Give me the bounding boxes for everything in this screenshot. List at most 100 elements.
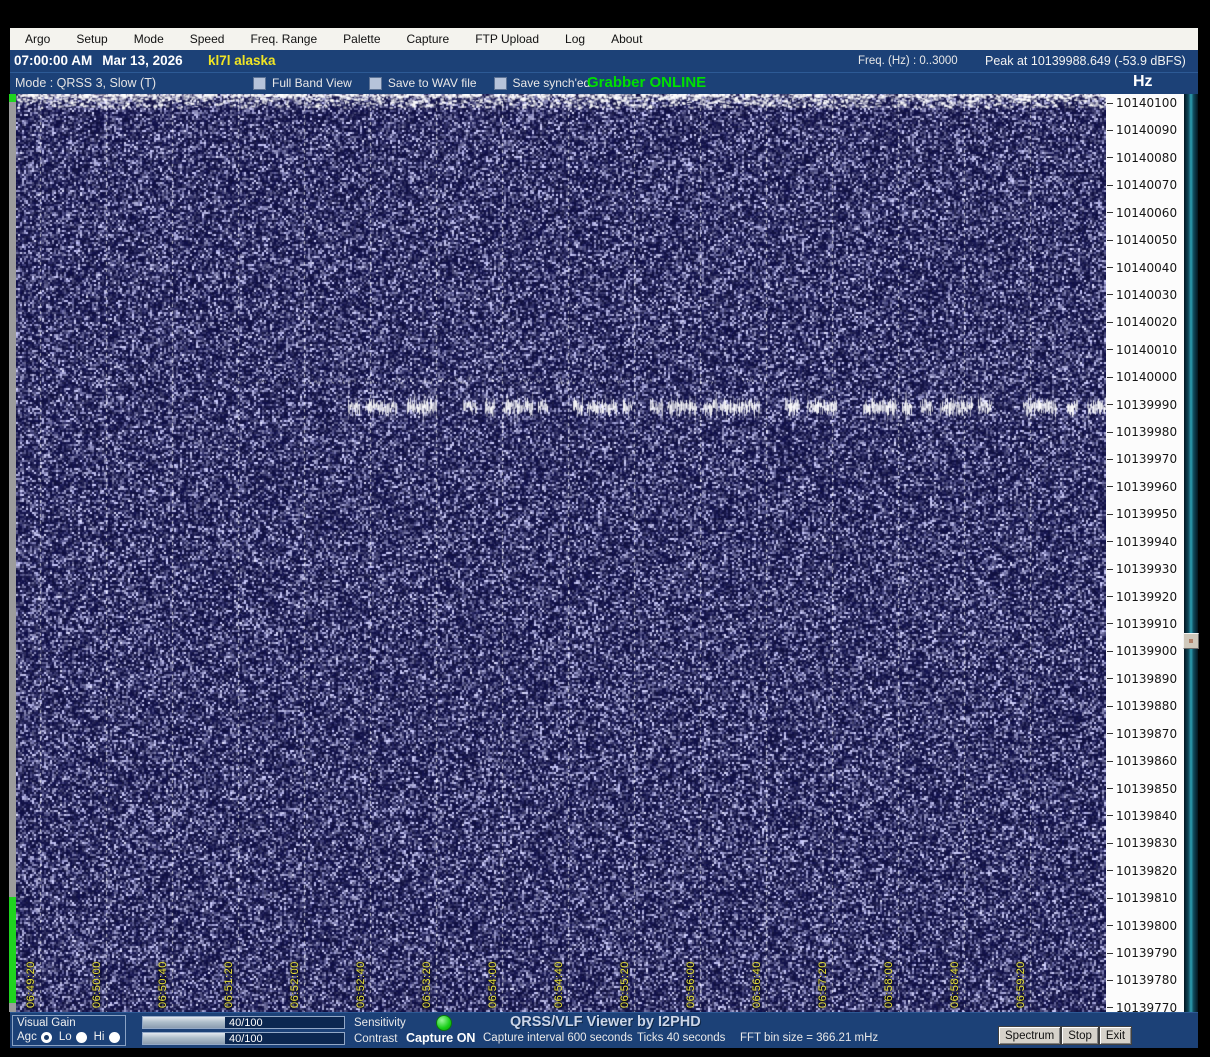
freq-tick-label: 10139910 — [1116, 616, 1178, 631]
freq-tick-mark — [1107, 925, 1113, 927]
menu-item[interactable]: Log — [552, 32, 598, 46]
time-tick-label: 06:52:40 — [355, 961, 367, 1008]
visual-gain-radios: Agc Lo Hi — [17, 1031, 127, 1043]
freq-tick-mark — [1107, 842, 1113, 844]
time-tick-label: 06:52:00 — [289, 961, 301, 1008]
action-button[interactable]: Exit — [1098, 1026, 1133, 1045]
menu-item[interactable]: Palette — [330, 32, 393, 46]
freq-tick: 10139780 — [1107, 973, 1177, 988]
freq-tick-mark — [1107, 541, 1113, 543]
gain-radio-option[interactable]: Agc — [17, 1031, 52, 1043]
freq-tick-label: 10140030 — [1116, 287, 1178, 302]
freq-tick: 10139920 — [1107, 589, 1177, 604]
freq-tick-mark — [1107, 513, 1113, 515]
time-tick-label: 06:54:40 — [553, 961, 565, 1008]
clock: 07:00:00 AM Mar 13, 2026 — [14, 53, 183, 68]
visual-gain-title: Visual Gain — [17, 1017, 76, 1029]
action-button[interactable]: Stop — [1061, 1026, 1099, 1045]
checkbox-item[interactable]: Save to WAV file — [368, 76, 477, 90]
checkbox-group: Full Band View Save to WAV file Save syn… — [253, 76, 590, 90]
freq-tick-mark — [1107, 897, 1113, 899]
freq-tick-mark — [1107, 157, 1113, 159]
menu-item[interactable]: Freq. Range — [237, 32, 330, 46]
time-text: 07:00:00 AM — [14, 53, 93, 68]
ticks-info-label: Ticks 40 seconds — [637, 1032, 726, 1044]
freq-tick-label: 10139930 — [1116, 562, 1178, 577]
checkbox-box[interactable] — [253, 76, 266, 90]
slider-label: Sensitivity — [354, 1016, 406, 1029]
freq-tick-label: 10139960 — [1116, 479, 1178, 494]
freq-tick: 10140010 — [1107, 342, 1177, 357]
menu-item[interactable]: About — [598, 32, 655, 46]
status-header: 07:00:00 AM Mar 13, 2026 kl7l alaska Freq… — [10, 50, 1198, 72]
freq-tick-mark — [1107, 1007, 1113, 1009]
capture-progress-bar — [9, 94, 16, 1012]
freq-tick-label: 10139860 — [1116, 754, 1178, 769]
freq-tick: 10139950 — [1107, 507, 1177, 522]
freq-tick: 10139870 — [1107, 726, 1177, 741]
checkbox-item[interactable]: Full Band View — [253, 76, 352, 90]
menu-item[interactable]: Capture — [394, 32, 463, 46]
mode-label: Mode : QRSS 3, Slow (T) — [15, 76, 157, 90]
menu-item[interactable]: Argo — [12, 32, 63, 46]
gain-radio-label: Hi — [93, 1031, 105, 1043]
time-tick-label: 06:58:40 — [949, 961, 961, 1008]
menu-item[interactable]: Setup — [63, 32, 120, 46]
slider-track[interactable]: 40/100 — [142, 1032, 345, 1045]
spectrogram-canvas[interactable] — [16, 94, 1106, 1012]
freq-tick-mark — [1107, 349, 1113, 351]
progress-segment-top — [9, 94, 16, 102]
freq-tick-label: 10139900 — [1116, 644, 1178, 659]
time-tick-label: 06:56:40 — [751, 961, 763, 1008]
mode-bar: Mode : QRSS 3, Slow (T) Full Band View S… — [10, 72, 1198, 94]
freq-tick-label: 10139840 — [1116, 808, 1178, 823]
control-panel: Visual Gain Agc Lo Hi 40/100 Sensitivity… — [10, 1012, 1198, 1048]
freq-tick: 10139880 — [1107, 699, 1177, 714]
freq-tick-mark — [1107, 870, 1113, 872]
app-title: QRSS/VLF Viewer by I2PHD — [510, 1014, 701, 1030]
waterfall-display[interactable]: 06:49:20 06:50:00 06:50:40 06:51:20 06:52:00… — [16, 94, 1106, 1012]
radio-button[interactable] — [108, 1031, 120, 1043]
freq-tick: 10139800 — [1107, 918, 1177, 933]
freq-tick-label: 10139920 — [1116, 589, 1178, 604]
time-tick-label: 06:51:20 — [223, 961, 235, 1008]
frequency-scrollbar-track[interactable] — [1184, 94, 1198, 1012]
freq-tick-label: 10139810 — [1116, 891, 1178, 906]
gain-radio-option[interactable]: Hi — [94, 1031, 120, 1043]
checkbox-box[interactable] — [493, 76, 507, 90]
freq-tick: 10139860 — [1107, 754, 1177, 769]
freq-tick-label: 10139890 — [1116, 671, 1178, 686]
frequency-scrollbar-thumb[interactable] — [1183, 633, 1199, 649]
radio-button[interactable] — [40, 1031, 52, 1043]
callsign-label: kl7l alaska — [208, 53, 276, 68]
freq-tick: 10139840 — [1107, 808, 1177, 823]
time-tick-label: 06:50:40 — [157, 961, 169, 1008]
checkbox-label: Save to WAV file — [387, 76, 477, 90]
gain-radio-label: Agc — [17, 1031, 37, 1043]
freq-tick-label: 10140090 — [1116, 123, 1178, 138]
slider-value: 40/100 — [229, 1017, 263, 1029]
time-tick-label: 06:53:20 — [421, 961, 433, 1008]
checkbox-box[interactable] — [368, 76, 382, 90]
gain-radio-option[interactable]: Lo — [59, 1031, 87, 1043]
freq-tick: 10139850 — [1107, 781, 1177, 796]
radio-button[interactable] — [75, 1031, 87, 1043]
checkbox-item[interactable]: Save synch'ed — [493, 76, 590, 90]
freq-tick-label: 10139870 — [1116, 726, 1178, 741]
slider-fill[interactable] — [143, 1033, 226, 1044]
freq-tick-label: 10139990 — [1116, 397, 1178, 412]
freq-tick-label: 10140060 — [1116, 205, 1178, 220]
slider-track[interactable]: 40/100 — [142, 1016, 345, 1029]
freq-tick-mark — [1107, 458, 1113, 460]
action-button[interactable]: Spectrum — [998, 1026, 1062, 1045]
freq-tick-label: 10140070 — [1116, 178, 1178, 193]
freq-tick: 10140080 — [1107, 150, 1177, 165]
menu-item[interactable]: Speed — [177, 32, 238, 46]
time-tick-label: 06:56:00 — [685, 961, 697, 1008]
slider-fill[interactable] — [143, 1017, 226, 1028]
freq-tick-mark — [1107, 596, 1113, 598]
slider-label: Contrast — [354, 1032, 398, 1045]
freq-tick: 10139960 — [1107, 479, 1177, 494]
menu-item[interactable]: Mode — [121, 32, 177, 46]
menu-item[interactable]: FTP Upload — [462, 32, 552, 46]
